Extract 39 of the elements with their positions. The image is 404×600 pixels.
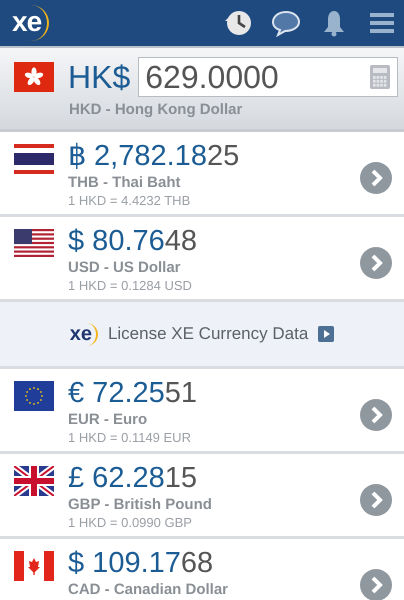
flag-icon — [14, 381, 54, 411]
flag-icon — [14, 62, 54, 92]
exchange-rate: 1 HKD = 0.1284 USD — [68, 278, 193, 293]
currency-name: GBP - British Pound — [68, 496, 213, 513]
currency-name: USD - US Dollar — [68, 259, 182, 276]
converted-amount: € 72.2551 — [68, 377, 198, 409]
converted-amount: £ 62.2815 — [68, 462, 198, 494]
banner-text: License XE Currency Data — [108, 324, 308, 344]
xe-logo: xe — [70, 322, 98, 346]
converted-amount: ฿ 2,782.1825 — [68, 140, 240, 172]
xe-logo: xe — [12, 5, 50, 41]
calculator-icon[interactable] — [370, 65, 390, 89]
currency-name: HKD - Hong Kong Dollar — [69, 101, 244, 118]
exchange-rate: 1 HKD = 0.1149 EUR — [68, 430, 192, 445]
converted-amount: $ 80.7648 — [68, 225, 198, 257]
flag-icon — [14, 551, 54, 581]
flag-icon — [14, 466, 54, 496]
chevron-right-icon[interactable] — [360, 399, 392, 431]
chevron-right-icon[interactable] — [360, 247, 392, 279]
currency-name: EUR - Euro — [68, 411, 148, 428]
currency-row[interactable]: ฿ 2,782.1825 THB - Thai Baht 1 HKD = 4.4232 THB — [0, 132, 404, 214]
converted-amount: $ 109.1768 — [68, 547, 214, 579]
currency-row[interactable]: £ 62.2815 GBP - British Pound 1 HKD = 0.0990 GBP — [0, 454, 404, 536]
exchange-rate: 1 HKD = 4.4232 THB — [68, 193, 192, 208]
currency-symbol: HK$ — [68, 58, 130, 96]
currency-name: THB - Thai Baht — [68, 174, 182, 191]
license-banner[interactable]: xe License XE Currency Data — [0, 302, 404, 366]
currency-row[interactable]: € 72.2551 EUR - Euro 1 HKD = 0.1149 EUR — [0, 369, 404, 451]
chevron-right-icon[interactable] — [360, 569, 392, 600]
amount-field[interactable]: 629.0000 — [138, 57, 398, 97]
currency-row[interactable]: $ 109.1768 CAD - Canadian Dollar — [0, 539, 404, 600]
flag-icon — [14, 229, 54, 259]
chevron-right-icon[interactable] — [360, 484, 392, 516]
play-icon — [318, 326, 334, 342]
flag-icon — [14, 144, 54, 174]
exchange-rate: 1 HKD = 0.0990 GBP — [68, 515, 193, 530]
chevron-right-icon[interactable] — [360, 162, 392, 194]
currency-name: CAD - Canadian Dollar — [68, 581, 230, 598]
currency-row[interactable]: $ 80.7648 USD - US Dollar 1 HKD = 0.1284 USD — [0, 217, 404, 299]
